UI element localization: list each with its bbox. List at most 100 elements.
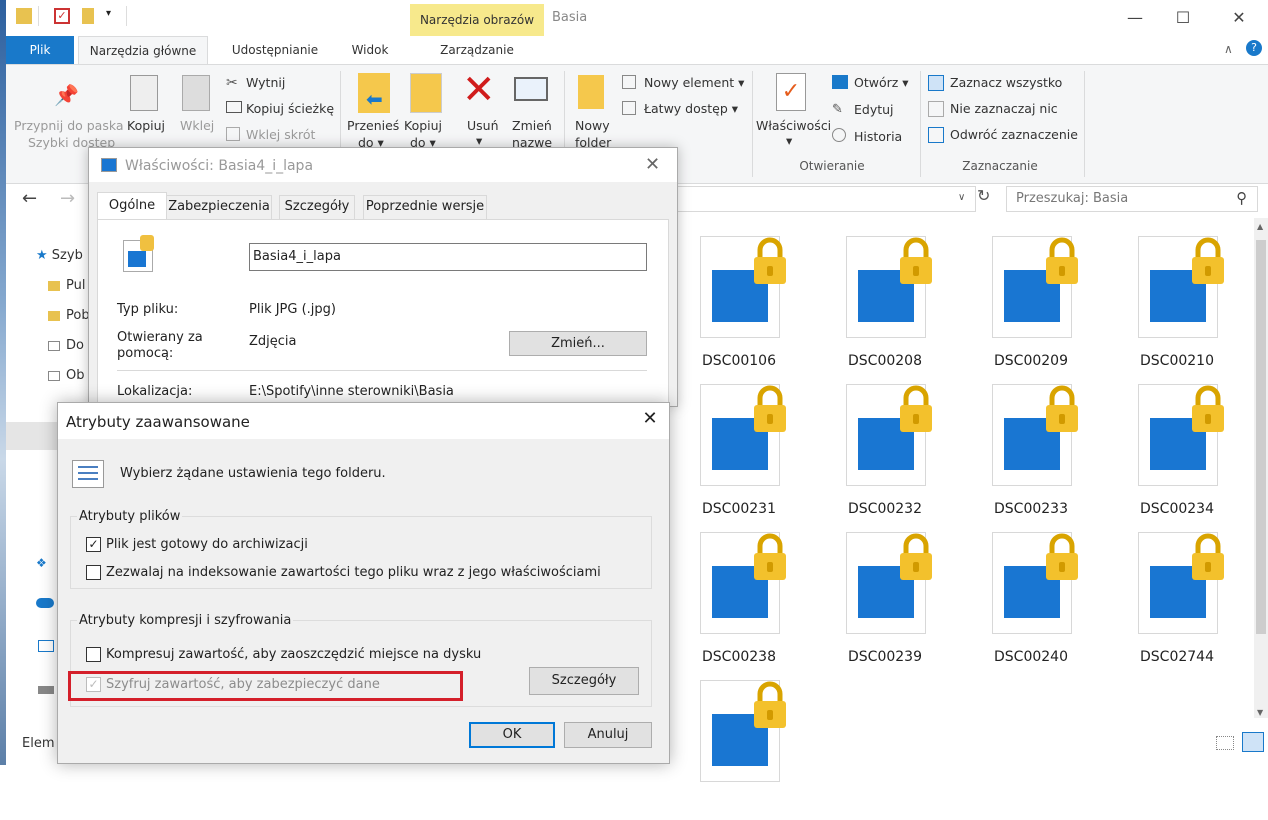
paste-shortcut-button[interactable]: Wklej skrót — [246, 127, 315, 142]
properties-dropdown[interactable]: ▾ — [786, 133, 792, 148]
close-icon[interactable]: ✕ — [645, 154, 660, 175]
file-item[interactable]: DSC00239 — [832, 532, 962, 672]
details-button[interactable]: Szczegóły — [529, 667, 639, 695]
ok-button[interactable]: OK — [469, 722, 555, 748]
paste-button[interactable]: Wklej — [180, 118, 214, 133]
advanced-title-bar: Atrybuty zaawansowane ✕ — [58, 403, 669, 439]
new-folder-label-1[interactable]: Nowy — [575, 118, 610, 133]
file-name: DSC00232 — [848, 501, 922, 517]
invert-selection-button[interactable]: Odwróć zaznaczenie — [950, 127, 1078, 142]
refresh-icon[interactable]: ↻ — [977, 186, 990, 205]
file-name: DSC00209 — [994, 353, 1068, 369]
nav-quick-access[interactable]: ★ Szyb — [36, 248, 83, 263]
cancel-button[interactable]: Anuluj — [564, 722, 652, 748]
open-button[interactable]: Otwórz ▾ — [854, 75, 909, 90]
help-icon[interactable]: ? — [1246, 40, 1262, 56]
dropbox-icon[interactable]: ❖ — [36, 556, 47, 570]
easy-access-button[interactable]: Łatwy dostęp ▾ — [644, 101, 738, 116]
back-arrow-icon[interactable]: ← — [22, 188, 37, 209]
computer-icon[interactable] — [38, 640, 54, 652]
new-folder-quick-icon[interactable] — [82, 8, 94, 24]
file-item[interactable]: DSC00232 — [832, 384, 962, 524]
compress-checkbox[interactable] — [86, 647, 101, 662]
copy-to-label-1[interactable]: Kopiuj — [404, 118, 442, 133]
properties-quick-icon[interactable]: ✓ — [54, 8, 70, 24]
pin-label-1[interactable]: Przypnij do paska — [14, 118, 124, 133]
edit-button[interactable]: Edytuj — [854, 102, 894, 117]
tab-security[interactable]: Zabezpieczenia — [166, 195, 272, 219]
folder-icon[interactable] — [16, 8, 32, 24]
encrypt-checkbox[interactable]: ✓ — [86, 677, 101, 692]
file-item[interactable]: DSC00208 — [832, 236, 962, 376]
file-item[interactable]: DSC00234 — [1124, 384, 1254, 524]
file-item[interactable]: DSC00210 — [1124, 236, 1254, 376]
close-icon[interactable]: ✕ — [636, 408, 664, 434]
file-item[interactable]: DSC00240 — [978, 532, 1108, 672]
file-item[interactable]: DSC00209 — [978, 236, 1108, 376]
minimize-icon[interactable]: — — [1112, 6, 1158, 30]
copy-path-icon — [226, 101, 242, 113]
file-name-input[interactable]: Basia4_i_lapa — [249, 243, 647, 271]
address-bar[interactable] — [678, 186, 976, 212]
divider — [38, 6, 39, 26]
move-to-label-1[interactable]: Przenieś — [347, 118, 399, 133]
location-label: Lokalizacja: — [117, 384, 193, 399]
archive-checkbox[interactable]: ✓ — [86, 537, 101, 552]
tab-general[interactable]: Ogólne — [97, 192, 167, 220]
search-input[interactable]: Przeszukaj: Basia — [1006, 186, 1258, 212]
index-checkbox[interactable] — [86, 565, 101, 580]
history-button[interactable]: Historia — [854, 129, 902, 144]
file-item[interactable]: DSC00106 — [686, 236, 816, 376]
details-view-icon[interactable] — [1216, 736, 1234, 750]
copy-button[interactable]: Kopiuj — [127, 118, 165, 133]
group-separator — [752, 71, 753, 177]
nav-item-pictures[interactable]: Ob — [48, 368, 84, 383]
lock-icon — [754, 533, 786, 580]
large-icons-view-icon[interactable] — [1242, 732, 1264, 752]
file-item[interactable] — [686, 680, 816, 820]
address-dropdown-icon[interactable]: ∨ — [958, 192, 965, 203]
properties-label[interactable]: Właściwości — [756, 118, 831, 133]
move-to-icon: ⬅ — [358, 73, 390, 113]
nav-item-desktop[interactable]: Pul — [48, 278, 85, 293]
divider — [117, 370, 647, 371]
select-none-button[interactable]: Nie zaznaczaj nic — [950, 101, 1058, 116]
scroll-down-icon[interactable]: ▼ — [1257, 708, 1263, 717]
customize-quick-access-icon[interactable]: ▾ — [106, 8, 111, 19]
file-name: DSC00238 — [702, 649, 776, 665]
tab-manage[interactable]: Zarządzanie — [410, 36, 544, 64]
tab-view[interactable]: Widok — [340, 36, 400, 64]
file-attributes-legend: Atrybuty plików — [79, 509, 181, 524]
maximize-icon[interactable]: ☐ — [1160, 6, 1206, 30]
file-item[interactable]: DSC00238 — [686, 532, 816, 672]
file-item[interactable]: DSC02744 — [1124, 532, 1254, 672]
onedrive-icon[interactable] — [36, 598, 54, 608]
drive-icon[interactable] — [38, 686, 54, 694]
tab-file[interactable]: Plik — [6, 36, 74, 64]
search-icon[interactable]: ⚲ — [1236, 189, 1247, 207]
file-item[interactable]: DSC00231 — [686, 384, 816, 524]
file-item[interactable]: DSC00233 — [978, 384, 1108, 524]
change-button[interactable]: Zmień... — [509, 331, 647, 356]
nav-item-documents[interactable]: Do — [48, 338, 84, 353]
new-item-icon — [622, 75, 636, 89]
tab-share[interactable]: Udostępnianie — [216, 36, 334, 64]
nav-item-downloads[interactable]: Pob — [48, 308, 90, 323]
tab-home[interactable]: Narzędzia główne — [78, 36, 208, 64]
tab-previous-versions[interactable]: Poprzednie wersje — [363, 195, 487, 219]
close-icon[interactable]: ✕ — [1216, 6, 1262, 30]
tab-details[interactable]: Szczegóły — [279, 195, 355, 219]
delete-label[interactable]: Usuń — [467, 118, 499, 133]
lock-icon — [1192, 385, 1224, 432]
copy-path-button[interactable]: Kopiuj ścieżkę — [246, 101, 334, 116]
forward-arrow-icon[interactable]: → — [60, 188, 75, 209]
scrollbar-thumb[interactable] — [1256, 240, 1266, 634]
select-all-button[interactable]: Zaznacz wszystko — [950, 75, 1062, 90]
collapse-ribbon-icon[interactable]: ∧ — [1224, 42, 1233, 56]
new-item-button[interactable]: Nowy element ▾ — [644, 75, 744, 90]
cut-button[interactable]: Wytnij — [246, 75, 285, 90]
scroll-up-icon[interactable]: ▲ — [1257, 222, 1263, 231]
rename-label-1[interactable]: Zmień — [512, 118, 552, 133]
delete-dropdown[interactable]: ▾ — [476, 133, 482, 148]
file-type-icon — [123, 235, 154, 272]
